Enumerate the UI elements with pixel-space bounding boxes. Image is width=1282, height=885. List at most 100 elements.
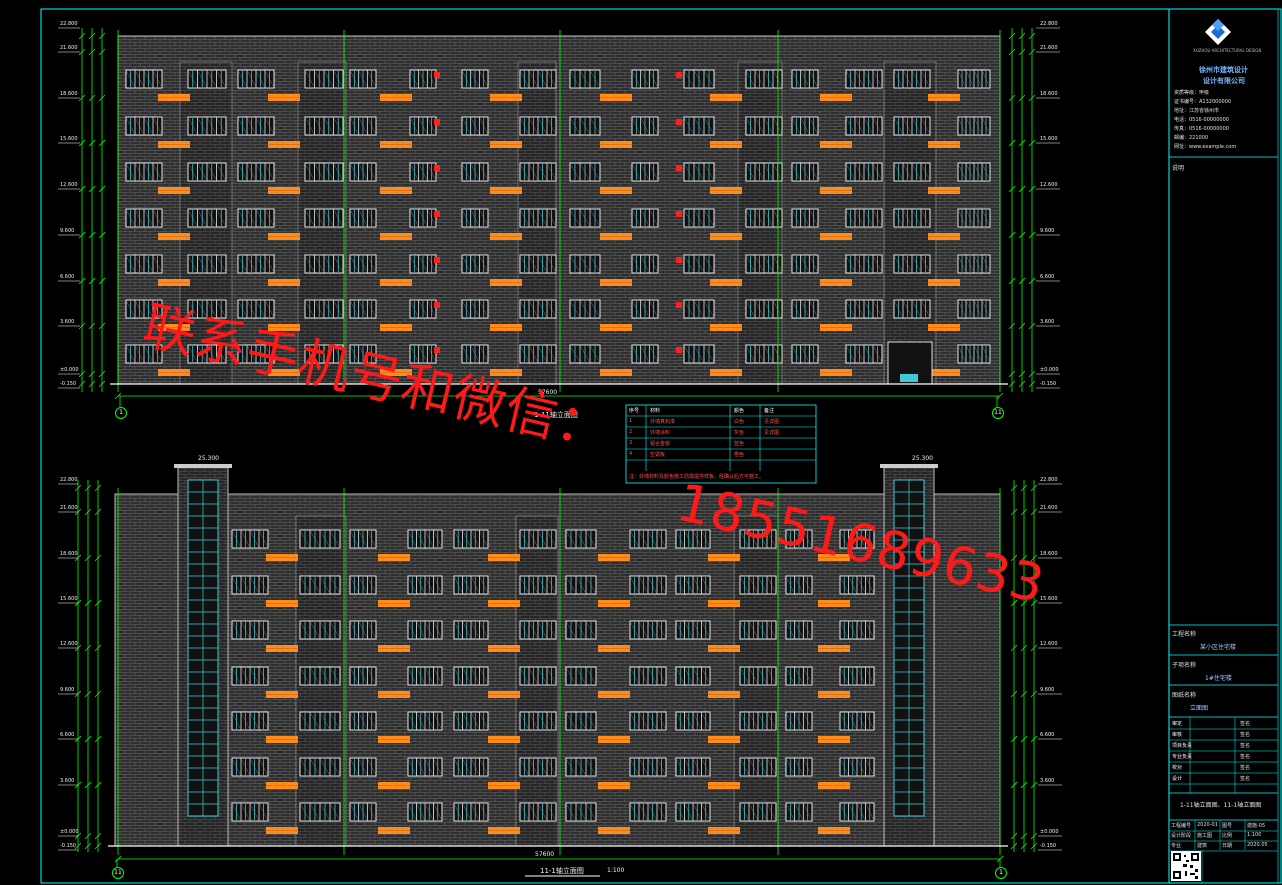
red-mark [434,165,440,171]
level-label: 15.600 [1040,596,1058,602]
level-label: 6.600 [1040,732,1055,738]
note-label: 说明 [1172,165,1185,172]
footer-cell: 设计阶段 [1171,833,1192,839]
level-label: 15.600 [60,136,78,142]
footer-cell: 比例 [1222,833,1233,839]
company-name-line1: 徐州市建筑设计 [1199,66,1248,74]
legend-note: 注：外墙材料及颜色施工前需提供样板，经确认后方可施工。 [629,474,765,480]
red-mark [676,211,682,217]
cad-drawing-canvas [40,8,1282,884]
company-info-line: 电话：0516-00000000 [1174,117,1229,123]
axis-bubble-top-left: 1 [115,407,127,419]
company-info-line: 地址：江苏省徐州市 [1174,108,1220,114]
sign-cell: 审定 [1172,721,1183,727]
project-label: 工程名称 [1172,631,1197,638]
title-block-lines [1169,156,1278,883]
company-info-line: 证书编号：A132000000 [1174,99,1232,105]
legend-cell: 外墙真石漆 [650,419,676,425]
red-mark [676,165,682,171]
level-label: 3.600 [60,778,75,784]
footer-cell: 1:100 [1247,832,1262,838]
level-label: -0.150 [60,381,77,387]
sign-cell: 项目负责 [1172,743,1193,749]
level-label: ±0.000 [60,829,79,835]
drawing-name: 1-11轴立面图、11-1轴立面图 [1180,802,1262,809]
top-elevation-facade [110,30,1008,392]
level-label: 12.600 [1040,641,1058,647]
footer-cell: 建施-05 [1247,823,1266,829]
top-dimension-total: 57600 [538,389,558,396]
legend-cell: 铝合金窗 [650,441,671,447]
legend-header-cell: 材料 [650,408,661,414]
qr-code-icon [1171,851,1201,881]
footer-cell: 图号 [1222,823,1233,829]
red-mark [434,257,440,263]
level-label: 21.600 [60,45,78,51]
level-label: -0.150 [60,843,77,849]
footer-cell: 施工图 [1197,833,1213,839]
red-mark [434,119,440,125]
footer-cell: 专业 [1171,843,1182,849]
company-name-en: XUZHOU ARCHITECTURAL DESIGN [1193,48,1262,53]
level-label: 6.600 [60,274,75,280]
level-label: 6.600 [1040,274,1055,280]
footer-cell: 日期 [1222,843,1233,849]
legend-header-cell: 备注 [764,408,775,414]
footer-cell: 2020.05 [1247,842,1268,848]
red-mark [434,72,440,78]
sub-value: 1#住宅楼 [1205,675,1232,682]
level-label: -0.150 [1040,381,1057,387]
stair-tower-cap [174,464,232,468]
bottom-elevation-facade [108,464,1008,855]
project-value: 某小区住宅楼 [1200,644,1237,651]
level-label: 22.800 [1040,21,1058,27]
level-label: 21.600 [1040,45,1058,51]
level-label: 21.600 [60,505,78,511]
level-label: 12.600 [1040,182,1058,188]
level-label: 22.800 [1040,477,1058,483]
level-label: 21.600 [1040,505,1058,511]
legend-cell: 橙色 [734,452,745,458]
axis-bubble-bottom-right: 1 [995,867,1007,879]
sign-cell: 校对 [1172,765,1183,771]
red-mark [676,72,682,78]
company-logo-icon [1204,18,1232,46]
legend-cell: 灰色 [734,430,745,436]
roof-level-right: 25.300 [912,455,933,462]
axis-bubble-bottom-left: 11 [112,867,124,879]
red-mark [676,257,682,263]
level-label: ±0.000 [1040,829,1059,835]
drawing-label: 图纸名称 [1172,692,1197,699]
company-name-line2: 设计有限公司 [1203,77,1245,85]
company-info-line: 网址：www.example.com [1174,144,1237,150]
bottom-elevation-title: 11-1轴立面图 [540,867,584,875]
legend-cell: 见详图 [764,430,780,436]
level-label: 15.600 [60,596,78,602]
legend-cell: 空调板 [650,452,666,458]
level-label: 3.600 [1040,778,1055,784]
red-mark [434,211,440,217]
company-info-line: 邮编：221000 [1174,135,1209,141]
level-label: 3.600 [60,319,75,325]
level-label: 15.600 [1040,136,1058,142]
footer-cell: 2020-01 [1197,822,1218,828]
level-label: 18.600 [1040,551,1058,557]
sign-cell: 专业负责 [1172,754,1193,760]
level-label: 18.600 [60,91,78,97]
company-info-line: 资质等级：甲级 [1174,90,1210,96]
sign-cell: 签名 [1240,765,1251,771]
red-mark [434,302,440,308]
level-label: ±0.000 [1040,367,1059,373]
bottom-elevation-scale: 1:100 [607,867,625,874]
footer-cell: 建筑 [1197,843,1208,849]
red-mark [434,347,440,353]
level-label: 12.600 [60,641,78,647]
legend-cell: 3 [629,440,633,446]
legend-cell: 见详图 [764,419,780,425]
level-label: 18.600 [1040,91,1058,97]
level-label: 6.600 [60,732,75,738]
legend-cell: 4 [629,451,633,457]
red-mark [676,302,682,308]
sign-cell: 签名 [1240,732,1251,738]
legend-cell: 2 [629,429,633,435]
